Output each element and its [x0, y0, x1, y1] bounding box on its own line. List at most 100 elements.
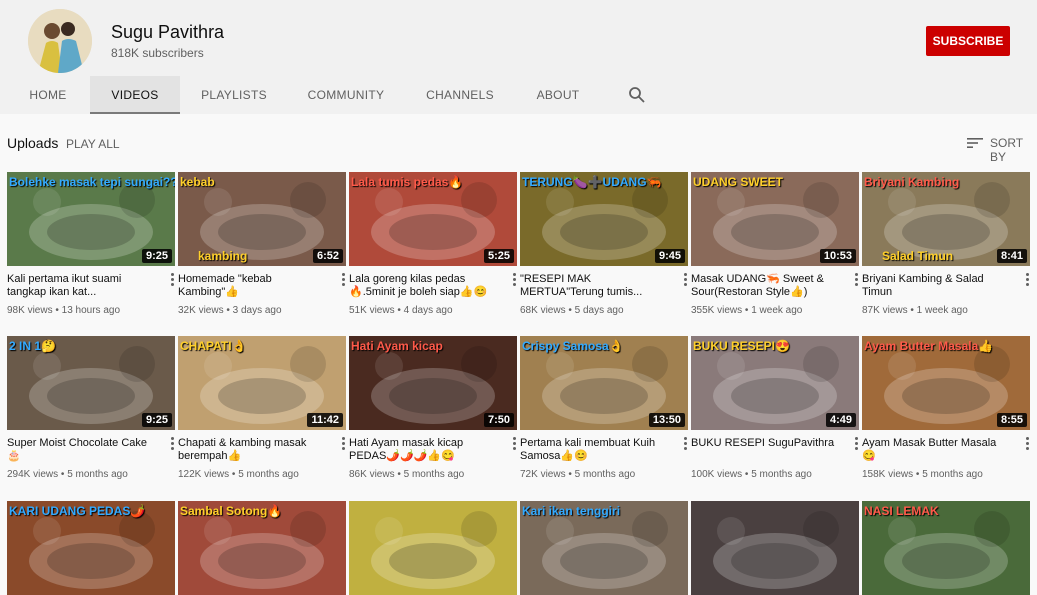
sort-icon[interactable]	[966, 134, 984, 152]
subscribe-button[interactable]: SUBSCRIBE	[926, 26, 1010, 56]
thumbnail-caption: NASI LEMAK	[864, 504, 939, 518]
video-card[interactable]: KARI UDANG PEDAS🌶️	[7, 501, 175, 595]
video-card[interactable]: Crispy Samosa👌 13:50 Pertama kali membuat …	[520, 336, 688, 480]
video-thumbnail[interactable]: TERUNG🍆➕UDANG🦐 9:45	[520, 172, 688, 266]
thumbnail-caption-secondary: Salad Timun	[882, 249, 954, 263]
video-title[interactable]: "RESEPI MAK MERTUA"Terung tumis...	[520, 273, 670, 299]
video-card[interactable]	[349, 501, 517, 595]
video-card[interactable]: BUKU RESEPI😍 4:49 BUKU RESEPI SuguPavithra…	[691, 336, 859, 480]
video-card[interactable]	[691, 501, 859, 595]
more-options-icon[interactable]	[1024, 273, 1030, 287]
sort-by-button[interactable]: SORT BY	[990, 136, 1037, 164]
video-title[interactable]: Ayam Masak Butter Masala 😋	[862, 437, 1012, 463]
video-card[interactable]: kebab kambing 6:52 Homemade "kebab Kambing"…	[178, 172, 346, 316]
tab-community[interactable]: COMMUNITY	[300, 76, 392, 114]
video-card[interactable]: NASI LEMAK	[862, 501, 1030, 595]
video-thumbnail[interactable]: NASI LEMAK	[862, 501, 1030, 595]
thumbnail-caption: Lala tumis pedas🔥	[351, 175, 464, 189]
more-options-icon[interactable]	[853, 437, 859, 451]
video-card[interactable]: UDANG SWEET 10:53 Masak UDANG🦐 Sweet & Sou…	[691, 172, 859, 316]
video-thumbnail[interactable]: Crispy Samosa👌 13:50	[520, 336, 688, 430]
video-thumbnail[interactable]	[349, 501, 517, 595]
video-duration: 8:41	[996, 249, 1027, 263]
uploads-label: Uploads	[7, 135, 59, 151]
more-options-icon[interactable]	[682, 437, 688, 451]
video-title[interactable]: Hati Ayam masak kicap PEDAS🌶️🌶️🌶️👍😋	[349, 437, 499, 463]
more-options-icon[interactable]	[169, 437, 175, 451]
video-thumbnail[interactable]: kebab kambing 6:52	[178, 172, 346, 266]
video-title[interactable]: Pertama kali membuat Kuih Samosa👍😊	[520, 437, 670, 463]
thumbnail-caption: Sambal Sotong🔥	[180, 504, 283, 518]
video-thumbnail[interactable]: CHAPATI👌 11:42	[178, 336, 346, 430]
more-options-icon[interactable]	[511, 437, 517, 451]
video-title[interactable]: Super Moist Chocolate Cake 🎂	[7, 437, 157, 463]
video-thumbnail[interactable]: Ayam Butter Masala👍 8:55	[862, 336, 1030, 430]
video-meta: 72K views • 5 months ago	[520, 469, 636, 480]
thumbnail-caption: KARI UDANG PEDAS🌶️	[9, 504, 146, 518]
subscriber-count: 818K subscribers	[111, 46, 204, 60]
play-all-button[interactable]: PLAY ALL	[66, 137, 120, 151]
thumbnail-caption: Hati Ayam kicap	[351, 339, 443, 353]
video-thumbnail[interactable]: KARI UDANG PEDAS🌶️	[7, 501, 175, 595]
video-card[interactable]: TERUNG🍆➕UDANG🦐 9:45 "RESEPI MAK MERTUA"Ter…	[520, 172, 688, 316]
tab-playlists[interactable]: PLAYLISTS	[192, 76, 276, 114]
video-card[interactable]: 2 IN 1🤔 9:25 Super Moist Chocolate Cake 🎂 2…	[7, 336, 175, 480]
video-duration: 5:25	[483, 249, 514, 263]
video-card[interactable]: Lala tumis pedas🔥 5:25 Lala goreng kilas p…	[349, 172, 517, 316]
thumbnail-caption: 2 IN 1🤔	[9, 339, 56, 353]
more-options-icon[interactable]	[1024, 437, 1030, 451]
video-card[interactable]: Sambal Sotong🔥	[178, 501, 346, 595]
video-card[interactable]: CHAPATI👌 11:42 Chapati & kambing masak ber…	[178, 336, 346, 480]
more-options-icon[interactable]	[169, 273, 175, 287]
thumbnail-caption: kebab	[180, 175, 215, 189]
video-title[interactable]: Masak UDANG🦐 Sweet & Sour(Restoran Style…	[691, 273, 841, 299]
tab-videos[interactable]: VIDEOS	[90, 76, 180, 114]
video-thumbnail[interactable]: BUKU RESEPI😍 4:49	[691, 336, 859, 430]
video-duration: 9:45	[654, 249, 685, 263]
video-title[interactable]: Chapati & kambing masak berempah👍	[178, 437, 328, 463]
thumbnail-caption: Briyani Kambing	[864, 175, 960, 189]
video-card[interactable]: Kari ikan tenggiri	[520, 501, 688, 595]
video-title[interactable]: Briyani Kambing & Salad Timun	[862, 273, 1012, 299]
thumbnail-caption: BUKU RESEPI😍	[693, 339, 790, 353]
video-thumbnail[interactable]: Lala tumis pedas🔥 5:25	[349, 172, 517, 266]
video-title[interactable]: Homemade "kebab Kambing"👍	[178, 273, 328, 299]
video-thumbnail[interactable]: Briyani Kambing Salad Timun 8:41	[862, 172, 1030, 266]
tab-about[interactable]: ABOUT	[526, 76, 590, 114]
video-thumbnail[interactable]: Kari ikan tenggiri	[520, 501, 688, 595]
video-thumbnail[interactable]: UDANG SWEET 10:53	[691, 172, 859, 266]
video-title[interactable]: BUKU RESEPI SuguPavithra	[691, 437, 841, 450]
video-card[interactable]: Briyani Kambing Salad Timun 8:41 Briyani Ka…	[862, 172, 1030, 316]
video-duration: 8:55	[996, 413, 1027, 427]
more-options-icon[interactable]	[340, 273, 346, 287]
video-title[interactable]: Kali pertama ikut suami tangkap ikan kat…	[7, 273, 157, 299]
video-duration: 10:53	[819, 249, 856, 263]
tab-home[interactable]: HOME	[18, 76, 78, 114]
channel-avatar[interactable]	[28, 9, 92, 73]
more-options-icon[interactable]	[853, 273, 859, 287]
thumbnail-caption: Ayam Butter Masala👍	[864, 339, 994, 353]
thumbnail-image	[691, 501, 859, 595]
video-meta: 294K views • 5 months ago	[7, 469, 128, 480]
video-thumbnail[interactable]: Sambal Sotong🔥	[178, 501, 346, 595]
more-options-icon[interactable]	[511, 273, 517, 287]
thumbnail-caption: UDANG SWEET	[693, 175, 783, 189]
channel-name: Sugu Pavithra	[111, 22, 225, 42]
video-card[interactable]: Hati Ayam kicap 7:50 Hati Ayam masak kicap…	[349, 336, 517, 480]
video-thumbnail[interactable]: 2 IN 1🤔 9:25	[7, 336, 175, 430]
video-title[interactable]: Lala goreng kilas pedas 🔥.5minit je bole…	[349, 273, 499, 299]
video-thumbnail[interactable]	[691, 501, 859, 595]
video-card[interactable]: Bolehke masak tepi sungai??🤔 9:25 Kali per…	[7, 172, 175, 316]
channel-tabs: HOME VIDEOS PLAYLISTS COMMUNITY CHANNELS…	[0, 76, 700, 114]
search-icon[interactable]	[628, 86, 646, 104]
video-thumbnail[interactable]: Bolehke masak tepi sungai??🤔 9:25	[7, 172, 175, 266]
more-options-icon[interactable]	[682, 273, 688, 287]
video-meta: 51K views • 4 days ago	[349, 305, 453, 316]
more-options-icon[interactable]	[340, 437, 346, 451]
video-duration: 9:25	[141, 249, 172, 263]
video-card[interactable]: Ayam Butter Masala👍 8:55 Ayam Masak Butter…	[862, 336, 1030, 480]
video-meta: 100K views • 5 months ago	[691, 469, 812, 480]
video-thumbnail[interactable]: Hati Ayam kicap 7:50	[349, 336, 517, 430]
tab-channels[interactable]: CHANNELS	[418, 76, 502, 114]
video-meta: 158K views • 5 months ago	[862, 469, 983, 480]
